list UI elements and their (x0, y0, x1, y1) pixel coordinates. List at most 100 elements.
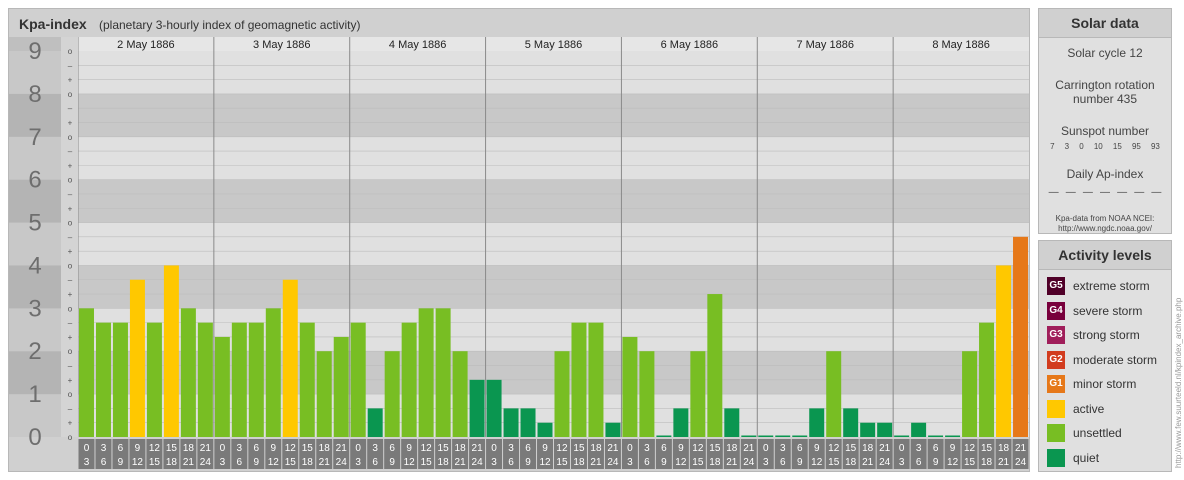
solar-cycle: Solar cycle 12 (1067, 46, 1143, 60)
interval-end-label: 21 (998, 457, 1010, 468)
interval-end-label: 15 (692, 457, 704, 468)
interval-end-label: 6 (101, 457, 107, 468)
kp-bar (95, 322, 111, 437)
kp-bar (622, 336, 638, 437)
activity-level-label: minor storm (1073, 377, 1137, 392)
sub-tick-label: – (68, 276, 73, 285)
interval-end-label: 18 (709, 457, 721, 468)
kp-bar (588, 322, 604, 437)
kp-bar (231, 322, 247, 437)
activity-level-item: active (1039, 397, 1171, 422)
y-tick-label: 9 (28, 38, 41, 65)
kp-bar (350, 322, 366, 437)
sub-tick-label: + (68, 76, 73, 85)
activity-level-label: unsettled (1073, 426, 1122, 441)
sub-tick-label: o (68, 433, 73, 442)
interval-end-label: 24 (472, 457, 484, 468)
kp-bar (248, 322, 264, 437)
carrington-number: number 435 (1072, 92, 1138, 106)
sunspot-value: 95 (1131, 142, 1141, 151)
sunspot-value: 3 (1064, 142, 1070, 151)
kp-bar (112, 322, 128, 437)
interval-end-label: 3 (627, 457, 633, 468)
kp-bar (265, 308, 281, 437)
interval-end-label: 24 (607, 457, 619, 468)
interval-start-label: 21 (743, 443, 755, 454)
interval-end-label: 18 (166, 457, 178, 468)
interval-start-label: 12 (285, 443, 297, 454)
sub-tick-label: – (68, 147, 73, 156)
interval-end-label: 12 (675, 457, 687, 468)
activity-level-item: G1 minor storm (1039, 372, 1171, 397)
interval-start-label: 15 (438, 443, 450, 454)
storm-badge: G4 (1047, 301, 1065, 320)
interval-start-label: 18 (455, 443, 467, 454)
kp-bar (792, 435, 808, 437)
ap-value: — (1134, 187, 1145, 198)
interval-end-label: 9 (389, 457, 395, 468)
credit-watermark: http://www.few.suurteeld.nl/kpindex_arch… (1174, 297, 1183, 468)
interval-start-label: 9 (814, 443, 820, 454)
solar-data-panel: Solar data Solar cycle 12 Carrington rot… (1038, 8, 1172, 234)
y-tick-label: 0 (28, 424, 41, 451)
sub-tick-label: o (68, 304, 73, 313)
interval-start-label: 18 (590, 443, 602, 454)
interval-end-label: 21 (862, 457, 874, 468)
interval-end-label: 9 (797, 457, 803, 468)
interval-start-label: 3 (644, 443, 650, 454)
sub-tick-label: o (68, 390, 73, 399)
activity-level-label: strong storm (1073, 328, 1140, 343)
source-url[interactable]: http://www.ngdc.noaa.gov/ (1039, 224, 1171, 234)
interval-end-label: 3 (763, 457, 769, 468)
interval-end-label: 9 (661, 457, 667, 468)
sunspot-value: 7 (1050, 142, 1055, 151)
interval-end-label: 12 (404, 457, 416, 468)
kp-bar (418, 308, 434, 437)
kp-bar (758, 435, 774, 437)
interval-start-label: 3 (237, 443, 243, 454)
sub-tick-label: – (68, 190, 73, 199)
kp-bar (962, 351, 978, 437)
sub-tick-label: – (68, 362, 73, 371)
kp-bar (673, 408, 689, 437)
kp-bar (299, 322, 315, 437)
kp-bar (197, 322, 213, 437)
interval-start-label: 0 (627, 443, 633, 454)
interval-start-label: 0 (763, 443, 769, 454)
storm-badge: G2 (1047, 350, 1065, 369)
kp-bar (333, 336, 349, 437)
kp-bar (724, 408, 740, 437)
activity-level-item: unsettled (1039, 421, 1171, 446)
kp-bar (809, 408, 825, 437)
kp-bar (316, 351, 332, 437)
interval-start-label: 21 (879, 443, 891, 454)
y-tick-label: 8 (28, 81, 41, 108)
kp-bar (367, 408, 383, 437)
interval-end-label: 21 (183, 457, 195, 468)
sub-tick-label: + (68, 204, 73, 213)
kp-bar (384, 351, 400, 437)
interval-start-label: 12 (964, 443, 976, 454)
interval-end-label: 21 (319, 457, 331, 468)
interval-start-label: 21 (336, 443, 348, 454)
interval-start-label: 0 (899, 443, 905, 454)
kp-bar (690, 351, 706, 437)
interval-start-label: 9 (406, 443, 412, 454)
interval-start-label: 0 (220, 443, 226, 454)
sunspot-label: Sunspot number (1060, 124, 1150, 138)
interval-end-label: 3 (220, 457, 226, 468)
interval-start-label: 6 (254, 443, 260, 454)
interval-start-label: 9 (542, 443, 548, 454)
kp-bar (520, 408, 536, 437)
activity-level-label: quiet (1073, 450, 1100, 465)
kp-bar (1013, 236, 1028, 437)
kp-band (78, 222, 1029, 266)
interval-end-label: 15 (149, 457, 161, 468)
interval-end-label: 3 (899, 457, 905, 468)
interval-end-label: 24 (200, 457, 212, 468)
kp-bar (996, 265, 1012, 437)
kp-band (78, 93, 1029, 137)
kp-band (78, 179, 1029, 223)
interval-start-label: 3 (372, 443, 378, 454)
interval-end-label: 12 (539, 457, 551, 468)
